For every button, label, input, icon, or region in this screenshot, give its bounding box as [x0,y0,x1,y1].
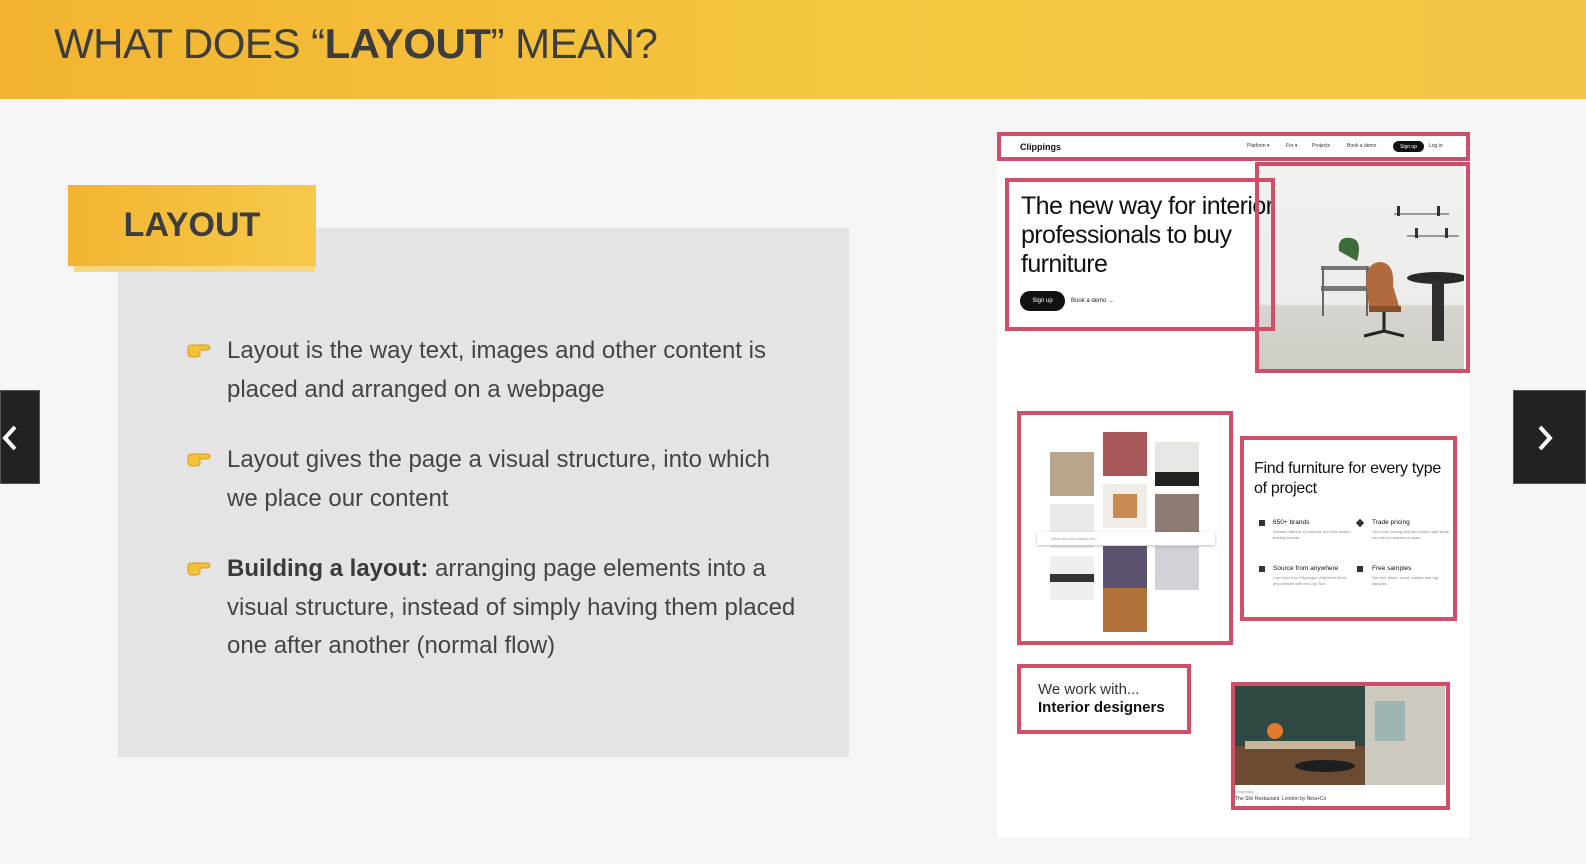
pointing-hand-icon [187,453,211,467]
website-example: Clippings Platform ▾ For ▾ Projects Book… [997,132,1470,838]
highlight-work-with [1017,664,1191,734]
chevron-left-icon [2,425,17,451]
highlight-navbar [997,132,1470,161]
next-slide-button[interactable] [1513,390,1586,484]
layout-tag: LAYOUT [68,185,316,266]
pointing-hand-icon [187,562,211,576]
bullet-item: Layout is the way text, images and other… [186,332,806,409]
prev-slide-button[interactable] [0,390,40,484]
bullet-text: Layout gives the page a visual structure… [227,446,770,512]
chevron-right-icon [1538,425,1553,451]
slide-title: WHAT DOES “LAYOUT” MEAN? [54,20,658,67]
pointing-hand-icon [187,344,211,358]
bullet-item: Layout gives the page a visual structure… [186,441,806,518]
slide-header: WHAT DOES “LAYOUT” MEAN? [0,0,1586,99]
bullet-bold: Building a layout: [227,555,429,582]
highlight-hero-text [1005,178,1275,331]
bullet-list: Layout is the way text, images and other… [186,332,806,698]
bullet-text: Layout is the way text, images and other… [227,337,766,403]
bullet-item: Building a layout: arranging page elemen… [186,550,806,666]
highlight-products [1017,411,1233,645]
highlight-features [1240,436,1457,621]
highlight-project [1231,682,1450,810]
highlight-hero-image [1255,162,1470,373]
